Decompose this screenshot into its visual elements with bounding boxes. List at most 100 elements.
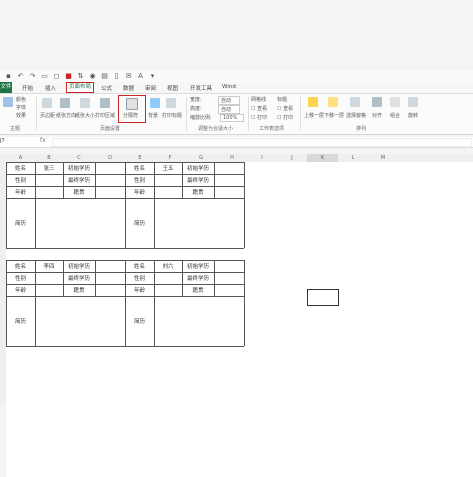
print-titles-icon[interactable] [166, 98, 176, 108]
height-select[interactable]: 自动 [218, 105, 241, 114]
table-cell[interactable] [154, 284, 182, 296]
sort-icon[interactable]: ⇅ [77, 73, 84, 80]
table-cell[interactable] [95, 272, 125, 284]
tab-file[interactable]: 文件 [0, 82, 12, 93]
table-cell[interactable] [35, 272, 63, 284]
table-cell[interactable]: 籍贯 [63, 186, 95, 198]
table-cell[interactable]: 最终学历 [182, 272, 214, 284]
highlight-icon[interactable]: ■ [65, 73, 72, 80]
table-cell[interactable]: 籍贯 [182, 284, 214, 296]
table-cell[interactable] [214, 162, 244, 174]
table-cell[interactable]: 性别 [125, 174, 154, 186]
table-cell[interactable] [154, 186, 182, 198]
save-icon[interactable]: ▪ [5, 73, 12, 80]
size-button[interactable]: 纸张大小 [75, 112, 95, 119]
col-g[interactable]: G [185, 154, 217, 162]
table-cell[interactable]: 年龄 [6, 284, 35, 296]
align-button[interactable]: 对齐 [372, 112, 382, 119]
rotate-button[interactable]: 旋转 [408, 112, 418, 119]
headings-view-checkbox[interactable]: ☐ 查看 [277, 105, 293, 112]
table-cell[interactable]: 初始学历 [182, 162, 214, 174]
theme-fonts[interactable]: 字体 [16, 104, 26, 111]
table-cell[interactable]: 年龄 [125, 186, 154, 198]
font-icon[interactable]: A [137, 73, 144, 80]
print-area-button[interactable]: 打印区域 [95, 112, 115, 119]
table-cell[interactable]: 性别 [6, 272, 35, 284]
tab-view[interactable]: 视图 [167, 84, 178, 92]
col-a[interactable]: A [6, 154, 35, 162]
table-cell[interactable]: 姓名 [6, 162, 35, 174]
col-e[interactable]: E [125, 154, 155, 162]
table-cell[interactable] [154, 272, 182, 284]
table-cell[interactable] [214, 174, 244, 186]
col-h[interactable]: H [217, 154, 247, 162]
theme-colors[interactable]: 颜色 [16, 96, 26, 103]
table-cell[interactable]: 性别 [125, 272, 154, 284]
preview-icon[interactable]: ◻ [53, 73, 60, 80]
table-cell[interactable]: 姓名 [125, 260, 154, 272]
selection-pane-icon[interactable] [350, 97, 360, 107]
table-cell[interactable]: 姓名 [6, 260, 35, 272]
scale-input[interactable]: 100% [220, 114, 245, 122]
theme-effects[interactable]: 效果 [16, 112, 26, 119]
width-select[interactable]: 自动 [218, 96, 241, 105]
worksheet[interactable]: 姓名 张三 初始学历 性别 最终学历 年龄 籍贯 简历 姓名 王五 初始学历 性别 最终学历 年龄 籍贯 简历… [6, 162, 473, 477]
col-k[interactable]: K [307, 154, 338, 162]
selection-pane-button[interactable]: 选择窗格 [346, 112, 366, 119]
send-backward-icon[interactable] [328, 97, 338, 107]
table-cell[interactable]: 年龄 [6, 186, 35, 198]
table-cell[interactable] [214, 272, 244, 284]
tab-data[interactable]: 数据 [123, 84, 134, 92]
table-cell[interactable]: 年龄 [125, 284, 154, 296]
table-cell[interactable]: 刘六 [154, 260, 182, 272]
table-cell[interactable] [95, 162, 125, 174]
tab-formulas[interactable]: 公式 [101, 84, 112, 92]
col-d[interactable]: D [95, 154, 125, 162]
tab-developer[interactable]: 开发工具 [190, 84, 212, 92]
table-cell[interactable] [95, 284, 125, 296]
mail-icon[interactable]: ✉ [125, 73, 132, 80]
table-cell[interactable] [154, 174, 182, 186]
table-cell[interactable]: 性别 [6, 174, 35, 186]
col-c[interactable]: C [63, 154, 95, 162]
breaks-button[interactable]: 分隔符 [123, 112, 138, 119]
table-cell[interactable]: 姓名 [125, 162, 154, 174]
table-cell[interactable]: 最终学历 [63, 174, 95, 186]
table-cell[interactable]: 最终学历 [182, 174, 214, 186]
open-icon[interactable]: ▤ [101, 73, 108, 80]
new-icon[interactable]: ▯ [113, 73, 120, 80]
print-titles-button[interactable]: 打印标题 [162, 112, 182, 119]
undo-icon[interactable]: ↶ [17, 73, 24, 80]
table-cell[interactable] [214, 186, 244, 198]
formula-input[interactable] [52, 138, 472, 147]
resume-label-cell[interactable]: 简历 [6, 296, 35, 346]
name-box[interactable]: J7 [0, 138, 24, 144]
bring-forward-button[interactable]: 上移一层 [304, 112, 324, 119]
redo-icon[interactable]: ↷ [29, 73, 36, 80]
tab-home[interactable]: 开始 [22, 84, 33, 92]
tab-wind[interactable]: Wind [222, 84, 236, 90]
col-b[interactable]: B [35, 154, 63, 162]
col-j[interactable]: J [277, 154, 307, 162]
table-cell[interactable]: 籍贯 [182, 186, 214, 198]
group-icon[interactable] [390, 97, 400, 107]
selected-cell[interactable] [307, 289, 339, 306]
tab-review[interactable]: 审阅 [145, 84, 156, 92]
orientation-button[interactable]: 纸张方向 [56, 112, 76, 119]
bring-forward-icon[interactable] [308, 97, 318, 107]
table-cell[interactable]: 初始学历 [63, 260, 95, 272]
table-cell[interactable]: 籍贯 [63, 284, 95, 296]
margins-icon[interactable] [42, 98, 52, 108]
table-cell[interactable] [95, 174, 125, 186]
table-cell[interactable] [214, 260, 244, 272]
rotate-icon[interactable] [408, 97, 418, 107]
resume-label-cell[interactable]: 简历 [125, 296, 154, 346]
table-cell[interactable] [95, 186, 125, 198]
background-icon[interactable] [150, 98, 160, 108]
tab-page-layout[interactable]: 页面布局 [66, 82, 95, 93]
table-cell[interactable]: 张三 [35, 162, 63, 174]
gridlines-view-checkbox[interactable]: ☐ 查看 [251, 105, 267, 112]
col-l[interactable]: L [338, 154, 368, 162]
table-cell[interactable]: 初始学历 [182, 260, 214, 272]
table-cell[interactable] [35, 284, 63, 296]
